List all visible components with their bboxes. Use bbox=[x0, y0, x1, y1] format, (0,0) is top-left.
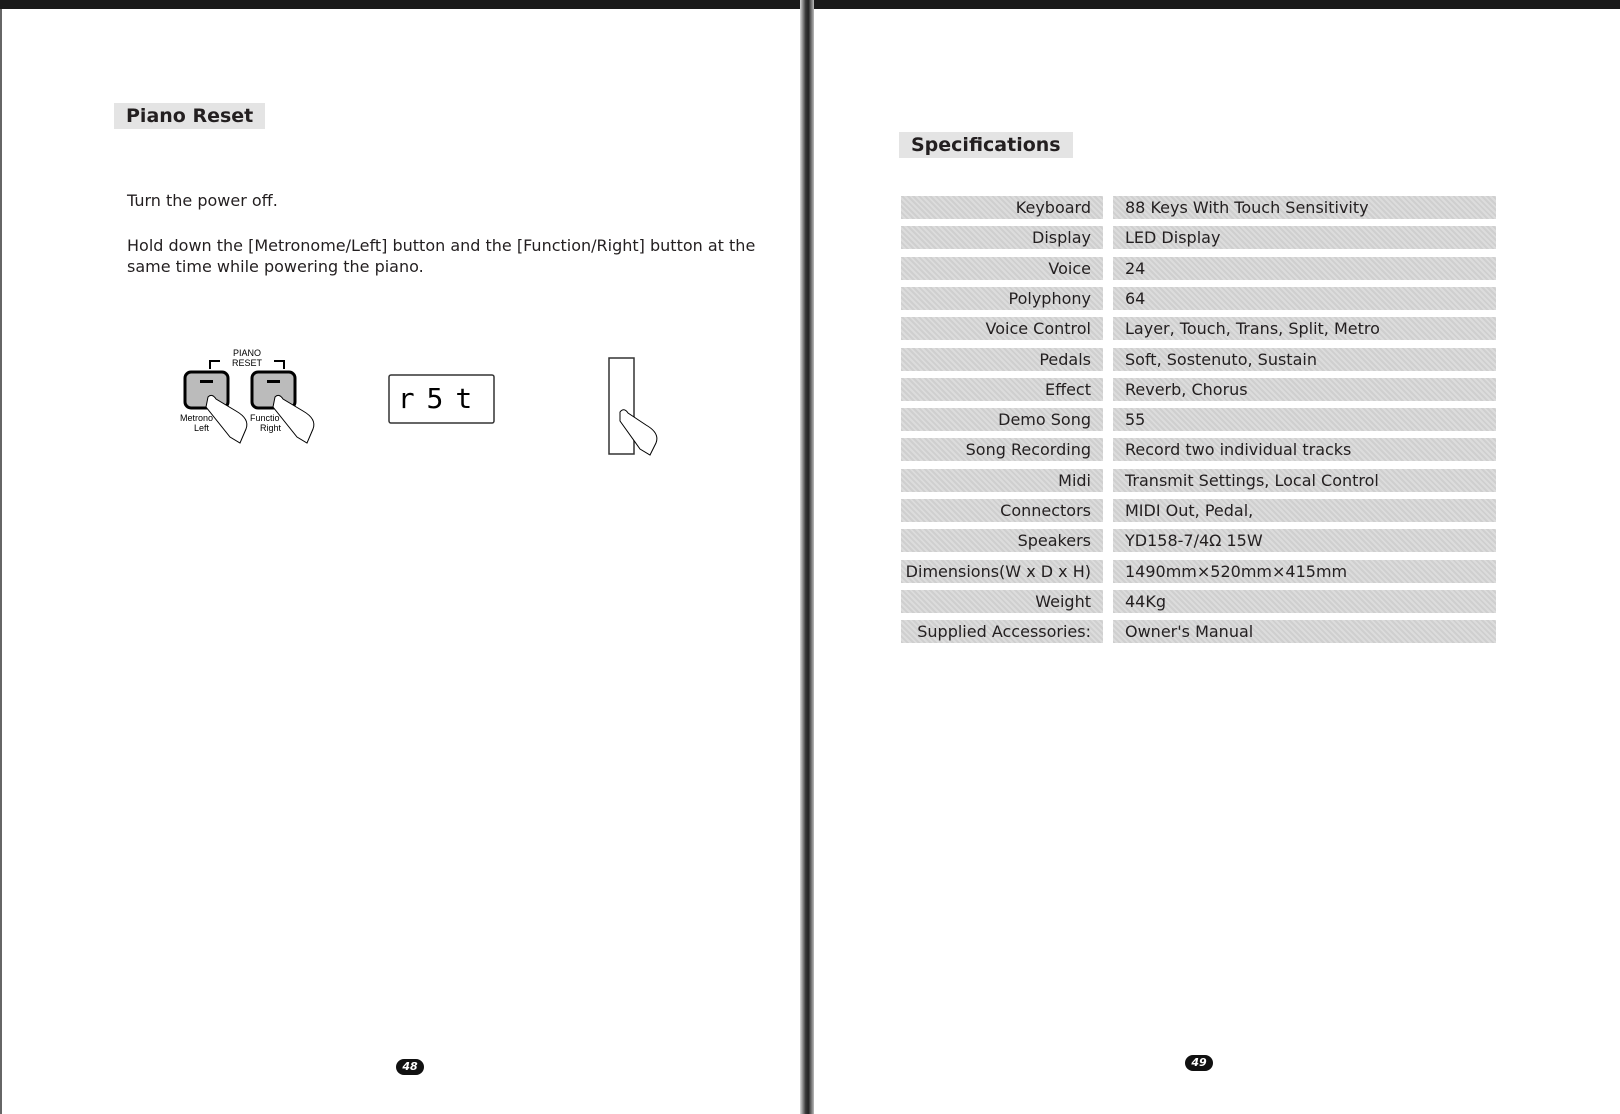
spec-row: Supplied Accessories: Owner's Manual bbox=[901, 620, 1496, 644]
spec-value: 1490mm×520mm×415mm bbox=[1113, 559, 1496, 583]
spec-label: Display bbox=[901, 226, 1103, 250]
button2-label: Functio bbox=[250, 413, 280, 423]
led-display-illustration: r5t bbox=[388, 374, 495, 424]
instruction-step-1: Turn the power off. bbox=[127, 191, 278, 210]
spec-row: Voice Control Layer, Touch, Trans, Split,… bbox=[901, 317, 1496, 341]
spec-value: MIDI Out, Pedal, bbox=[1113, 499, 1496, 522]
button1-label: Metrono bbox=[180, 413, 213, 423]
spec-value: 88 Keys With Touch Sensitivity bbox=[1113, 196, 1496, 219]
display-text: r5t bbox=[398, 382, 485, 415]
spec-label: Keyboard bbox=[901, 196, 1103, 219]
spec-value: 55 bbox=[1113, 408, 1496, 432]
spec-label: Speakers bbox=[901, 529, 1103, 553]
spec-value: Record two individual tracks bbox=[1113, 438, 1496, 462]
reset-label: RESET bbox=[232, 358, 263, 368]
page-number: 49 bbox=[1185, 1055, 1213, 1071]
spec-label: Weight bbox=[901, 589, 1103, 613]
spec-label: Effect bbox=[901, 377, 1103, 401]
spec-value: LED Display bbox=[1113, 226, 1496, 250]
spec-value: 24 bbox=[1113, 256, 1496, 280]
spec-row: Pedals Soft, Sostenuto, Sustain bbox=[901, 347, 1496, 371]
section-heading: Specifications bbox=[899, 132, 1073, 158]
instruction-step-2: Hold down the [Metronome/Left] button an… bbox=[127, 236, 756, 276]
spec-row: Song Recording Record two individual trac… bbox=[901, 438, 1496, 462]
spec-row: Weight 44Kg bbox=[901, 589, 1496, 613]
spec-label: Polyphony bbox=[901, 286, 1103, 310]
book-spine bbox=[800, 0, 814, 1114]
piano-label: PIANO bbox=[233, 348, 261, 358]
spec-value: 44Kg bbox=[1113, 589, 1496, 613]
spec-row: Effect Reverb, Chorus bbox=[901, 377, 1496, 401]
reset-buttons-illustration: PIANO RESET Metrono Left Functio Right bbox=[180, 348, 315, 444]
spec-value: Soft, Sostenuto, Sustain bbox=[1113, 347, 1496, 371]
section-heading: Piano Reset bbox=[114, 103, 266, 129]
spec-label: Midi bbox=[901, 468, 1103, 492]
spec-row: Speakers YD158-7/4Ω 15W bbox=[901, 529, 1496, 553]
spec-row: Dimensions(W x D x H) 1490mm×520mm×415mm bbox=[901, 559, 1496, 583]
spec-label: Supplied Accessories: bbox=[901, 620, 1103, 644]
spec-label: Dimensions(W x D x H) bbox=[901, 559, 1103, 583]
button1-sublabel: Left bbox=[194, 423, 210, 433]
page-48: Piano Reset Turn the power off. Hold dow… bbox=[0, 9, 802, 1114]
button2-sublabel: Right bbox=[260, 423, 282, 433]
spec-value: 64 bbox=[1113, 286, 1496, 310]
spec-label: Song Recording bbox=[901, 438, 1103, 462]
spec-value: Owner's Manual bbox=[1113, 620, 1496, 644]
spec-row: Keyboard 88 Keys With Touch Sensitivity bbox=[901, 196, 1496, 219]
spec-label: Demo Song bbox=[901, 408, 1103, 432]
spec-value: YD158-7/4Ω 15W bbox=[1113, 529, 1496, 553]
spec-row: Demo Song 55 bbox=[901, 408, 1496, 432]
spec-value: Transmit Settings, Local Control bbox=[1113, 468, 1496, 492]
spec-row: Connectors MIDI Out, Pedal, bbox=[901, 499, 1496, 522]
spec-row: Midi Transmit Settings, Local Control bbox=[901, 468, 1496, 492]
spec-label: Connectors bbox=[901, 499, 1103, 522]
spec-label: Voice Control bbox=[901, 317, 1103, 341]
page-number: 48 bbox=[396, 1059, 424, 1075]
spec-row: Display LED Display bbox=[901, 226, 1496, 250]
spec-value: Reverb, Chorus bbox=[1113, 377, 1496, 401]
spec-value: Layer, Touch, Trans, Split, Metro bbox=[1113, 317, 1496, 341]
power-switch-illustration bbox=[608, 357, 658, 456]
spec-row: Voice 24 bbox=[901, 256, 1496, 280]
spec-label: Pedals bbox=[901, 347, 1103, 371]
page-49: Specifications Keyboard 88 Keys With Touc… bbox=[814, 9, 1620, 1114]
spec-row: Polyphony 64 bbox=[901, 286, 1496, 310]
spec-label: Voice bbox=[901, 256, 1103, 280]
